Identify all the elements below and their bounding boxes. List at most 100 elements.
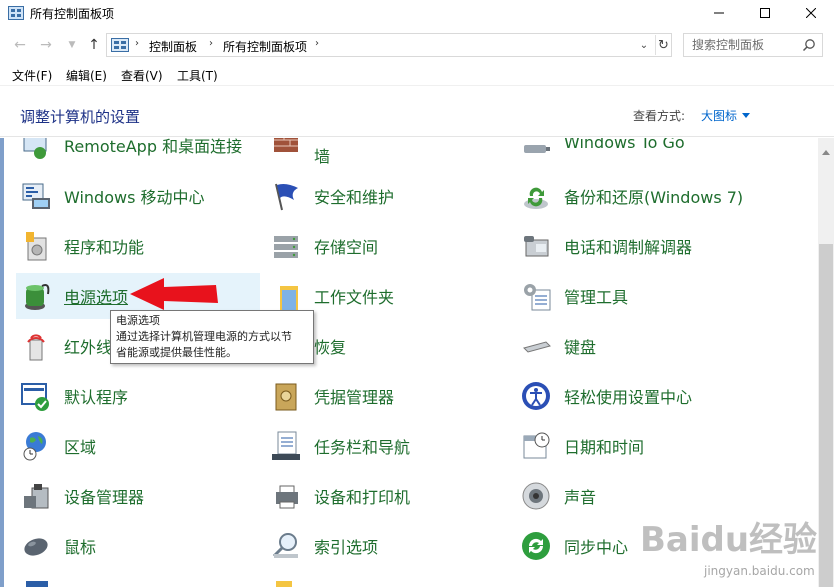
list-item[interactable]: 索引选项 xyxy=(266,523,510,569)
item-label: Windows 移动中心 xyxy=(64,188,205,207)
forward-button[interactable]: → xyxy=(36,34,56,56)
item-label: 红外线 xyxy=(64,338,113,357)
taskbar-icon xyxy=(272,431,300,460)
arrow-up-icon: ↑ xyxy=(88,37,100,53)
watermark-logo: Baidu经验 xyxy=(640,520,818,560)
list-item[interactable]: 键盘 xyxy=(516,323,760,369)
printer-icon xyxy=(276,485,298,509)
list-item[interactable]: 设备和打印机 xyxy=(266,473,510,519)
list-item[interactable]: Windows To Go xyxy=(516,138,760,168)
watermark-url: jingyan.baidu.com xyxy=(704,564,815,578)
ease-of-access-icon xyxy=(522,382,550,410)
close-button[interactable] xyxy=(788,0,834,26)
back-button[interactable]: ← xyxy=(10,34,30,56)
search-icon[interactable] xyxy=(802,38,816,52)
storage-icon xyxy=(274,236,298,258)
item-label: 凭据管理器 xyxy=(314,388,395,407)
close-icon xyxy=(806,8,816,18)
list-item[interactable]: 管理工具 xyxy=(516,273,760,319)
mouse-icon xyxy=(24,538,48,556)
menu-tools[interactable]: 工具(T) xyxy=(177,67,218,84)
caret-down-icon[interactable] xyxy=(742,113,750,118)
item-label: 键盘 xyxy=(564,338,597,357)
item-label: 同步中心 xyxy=(564,538,629,557)
list-item[interactable]: 任务栏和导航 xyxy=(266,423,510,469)
tooltip-title: 电源选项 xyxy=(116,314,160,327)
list-item[interactable]: 日期和时间 xyxy=(516,423,760,469)
up-button[interactable]: ↑ xyxy=(84,34,104,56)
magnifier-icon xyxy=(272,533,298,558)
item-label: 索引选项 xyxy=(314,538,379,557)
keyboard-icon xyxy=(523,341,551,353)
menu-view[interactable]: 查看(V) xyxy=(121,67,163,84)
breadcrumb-separator-icon[interactable]: › xyxy=(315,38,319,49)
list-item[interactable]: RemoteApp 和桌面连接 xyxy=(16,138,260,168)
list-item[interactable]: 轻松使用设置中心 xyxy=(516,373,760,419)
breadcrumb-all-items[interactable]: 所有控制面板项 xyxy=(223,38,307,55)
minimize-icon xyxy=(714,12,724,14)
remoteapp-icon xyxy=(23,138,47,159)
maximize-button[interactable] xyxy=(742,0,788,26)
refresh-button[interactable]: ↻ xyxy=(655,35,671,55)
admin-tools-icon xyxy=(524,284,551,311)
item-label: 电源选项 xyxy=(64,288,129,307)
list-item[interactable]: 默认程序 xyxy=(16,373,260,419)
programs-icon xyxy=(26,232,47,261)
menu-file[interactable]: 文件(F) xyxy=(12,67,52,84)
window-title: 所有控制面板项 xyxy=(30,7,115,21)
item-label: 默认程序 xyxy=(64,388,129,407)
item-label: 设备和打印机 xyxy=(314,488,411,507)
content-header: 调整计算机的设置 查看方式: 大图标 xyxy=(0,87,834,137)
view-by-label: 查看方式: xyxy=(633,109,686,123)
address-bar[interactable]: › 控制面板 › 所有控制面板项 › ⌄ ↻ xyxy=(106,33,672,57)
breadcrumb-control-panel[interactable]: 控制面板 xyxy=(149,38,197,55)
list-item[interactable]: 电话和调制解调器 xyxy=(516,223,760,269)
partial-item-icon xyxy=(26,581,48,587)
folder-icon xyxy=(280,286,298,310)
list-item[interactable]: Windows 移动中心 xyxy=(16,173,260,219)
control-panel-icon xyxy=(111,38,129,52)
scroll-up-icon[interactable] xyxy=(822,150,830,155)
breadcrumb-separator-icon[interactable]: › xyxy=(135,38,139,49)
tooltip-line: 省能源或提供最佳性能。 xyxy=(116,346,237,359)
list-item[interactable]: 安全和维护 xyxy=(266,173,510,219)
battery-icon xyxy=(25,284,50,310)
view-by-dropdown[interactable]: 大图标 xyxy=(701,107,737,124)
recent-locations-button[interactable]: ▼ xyxy=(62,34,82,56)
search-input[interactable] xyxy=(684,34,796,56)
speaker-icon xyxy=(522,482,550,510)
item-label: 程序和功能 xyxy=(64,238,145,257)
infrared-icon xyxy=(27,334,45,361)
list-item[interactable]: 区域 xyxy=(16,423,260,469)
item-label: 存储空间 xyxy=(314,238,379,257)
credential-icon xyxy=(275,383,297,411)
flag-icon xyxy=(275,183,298,211)
item-label: 鼠标 xyxy=(64,538,97,557)
item-label: 声音 xyxy=(564,488,597,507)
phone-icon xyxy=(524,236,549,257)
item-label: 工作文件夹 xyxy=(314,288,395,307)
menu-bar: 文件(F) 编辑(E) 查看(V) 工具(T) xyxy=(0,64,834,86)
address-history-button[interactable]: ⌄ xyxy=(635,36,653,54)
search-box[interactable] xyxy=(683,33,823,57)
item-label: 管理工具 xyxy=(564,288,629,307)
item-label: 恢复 xyxy=(314,338,347,357)
list-item[interactable]: 鼠标 xyxy=(16,523,260,569)
list-item[interactable]: 程序和功能 xyxy=(16,223,260,269)
item-label: 日期和时间 xyxy=(564,438,645,457)
list-item[interactable]: 凭据管理器 xyxy=(266,373,510,419)
sync-icon xyxy=(522,532,550,560)
mobility-center-icon xyxy=(22,183,50,209)
globe-clock-icon xyxy=(23,432,46,461)
minimize-button[interactable] xyxy=(696,0,742,26)
list-item[interactable]: 墙 xyxy=(266,138,510,178)
breadcrumb-separator-icon[interactable]: › xyxy=(209,38,213,49)
list-item[interactable]: 备份和还原(Windows 7) xyxy=(516,173,760,219)
list-item[interactable]: 存储空间 xyxy=(266,223,510,269)
menu-edit[interactable]: 编辑(E) xyxy=(66,67,107,84)
list-item[interactable]: 设备管理器 xyxy=(16,473,260,519)
address-row: ← → ▼ ↑ › 控制面板 › 所有控制面板项 › ⌄ ↻ xyxy=(0,30,834,60)
page-title: 调整计算机的设置 xyxy=(20,108,141,126)
item-label: 任务栏和导航 xyxy=(314,438,411,457)
item-label: 区域 xyxy=(64,438,97,457)
